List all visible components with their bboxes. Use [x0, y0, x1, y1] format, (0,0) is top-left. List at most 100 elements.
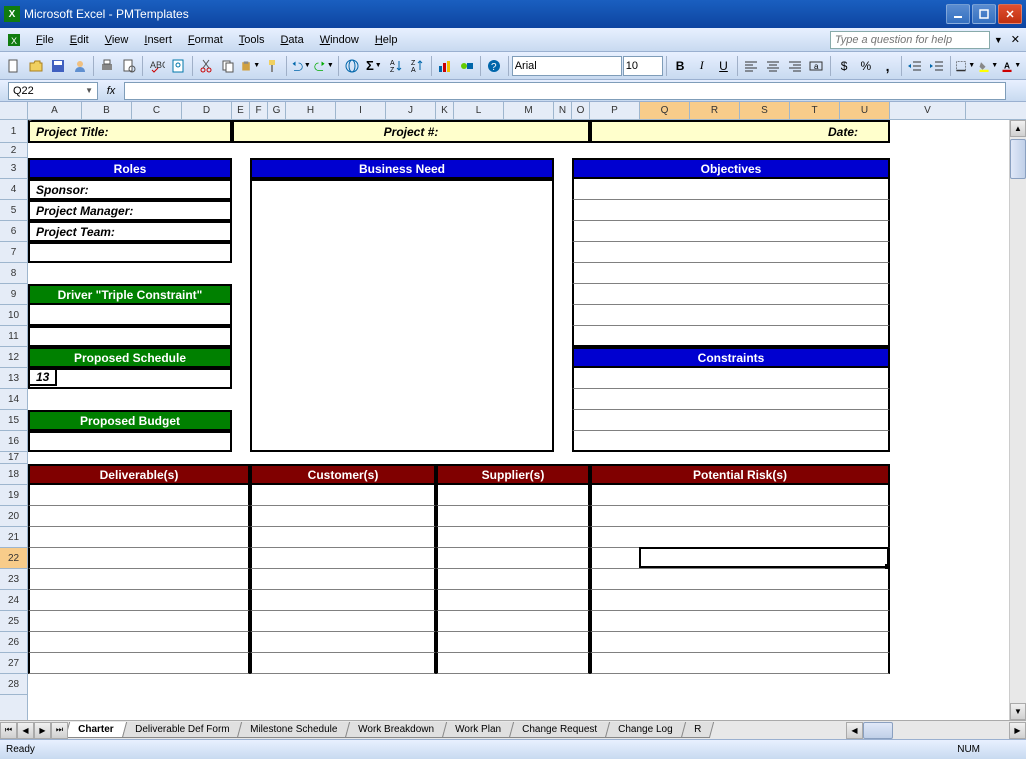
research-icon[interactable]: [168, 55, 189, 77]
hyperlink-icon[interactable]: [342, 55, 363, 77]
new-icon[interactable]: [4, 55, 25, 77]
minimize-button[interactable]: [946, 4, 970, 24]
paste-icon[interactable]: ▼: [239, 55, 261, 77]
row-header-13[interactable]: 13: [0, 368, 27, 389]
cell-row27-seg3[interactable]: [590, 653, 890, 674]
cell-row20-seg2[interactable]: [436, 506, 590, 527]
sheet-tab-work-plan[interactable]: Work Plan: [442, 722, 514, 738]
help-dropdown-icon[interactable]: ▼: [994, 35, 1003, 45]
align-center-icon[interactable]: [763, 55, 784, 77]
col-header-L[interactable]: L: [454, 102, 504, 119]
format-painter-icon[interactable]: [262, 55, 283, 77]
cell-budget-1[interactable]: [28, 431, 232, 452]
col-header-U[interactable]: U: [840, 102, 890, 119]
cell-driver-1[interactable]: [28, 305, 232, 326]
cell-row19-seg3[interactable]: [590, 485, 890, 506]
cell-project-manager[interactable]: Project Manager:: [28, 200, 232, 221]
menu-view[interactable]: View: [97, 32, 137, 48]
cell-project-number[interactable]: Project #:: [232, 120, 590, 143]
row-header-20[interactable]: 20: [0, 506, 27, 527]
help-search-input[interactable]: [830, 31, 990, 49]
redo-icon[interactable]: ▼: [313, 55, 335, 77]
cell-objective-10[interactable]: [572, 305, 890, 326]
[interactable]: [28, 120, 32, 121]
hscroll-thumb[interactable]: [863, 722, 893, 739]
sheet-tab-charter[interactable]: Charter: [68, 722, 127, 738]
tab-prev-icon[interactable]: ◀: [17, 722, 34, 739]
row-header-3[interactable]: 3: [0, 158, 27, 179]
col-header-N[interactable]: N: [554, 102, 572, 119]
cell-row19-seg1[interactable]: [250, 485, 436, 506]
col-header-Q[interactable]: Q: [640, 102, 690, 119]
cell-row20-seg3[interactable]: [590, 506, 890, 527]
scroll-right-icon[interactable]: ▶: [1009, 722, 1026, 739]
row-header-11[interactable]: 11: [0, 326, 27, 347]
menu-data[interactable]: Data: [272, 32, 311, 48]
col-header-H[interactable]: H: [286, 102, 336, 119]
tab-next-icon[interactable]: ▶: [34, 722, 51, 739]
cell-row26-seg3[interactable]: [590, 632, 890, 653]
sheet-tab-change-log[interactable]: Change Log: [605, 722, 686, 738]
print-preview-icon[interactable]: [119, 55, 140, 77]
row-header-12[interactable]: 12: [0, 347, 27, 368]
cell-objective-4[interactable]: [572, 179, 890, 200]
row-header-25[interactable]: 25: [0, 611, 27, 632]
row-header-5[interactable]: 5: [0, 200, 27, 221]
header-deliverables[interactable]: Deliverable(s): [28, 464, 250, 485]
col-header-A[interactable]: A: [28, 102, 82, 119]
header-constraints[interactable]: Constraints: [572, 347, 890, 368]
cut-icon[interactable]: [196, 55, 217, 77]
cell-row23-seg0[interactable]: [28, 569, 250, 590]
cell-objective-9[interactable]: [572, 284, 890, 305]
cell-row20-seg1[interactable]: [250, 506, 436, 527]
save-icon[interactable]: [47, 55, 68, 77]
cell-row25-seg1[interactable]: [250, 611, 436, 632]
decrease-indent-icon[interactable]: [905, 55, 926, 77]
cell-row19-seg0[interactable]: [28, 485, 250, 506]
align-left-icon[interactable]: [741, 55, 762, 77]
col-header-F[interactable]: F: [250, 102, 268, 119]
header-schedule[interactable]: Proposed Schedule: [28, 347, 232, 368]
cell-row25-seg0[interactable]: [28, 611, 250, 632]
sheet-tab-deliverable-def-form[interactable]: Deliverable Def Form: [121, 722, 242, 738]
menu-help[interactable]: Help: [367, 32, 406, 48]
bold-icon[interactable]: B: [670, 55, 691, 77]
row-header-9[interactable]: 9: [0, 284, 27, 305]
row-header-7[interactable]: 7: [0, 242, 27, 263]
row-header-8[interactable]: 8: [0, 263, 27, 284]
cell-row22-seg1[interactable]: [250, 548, 436, 569]
col-header-T[interactable]: T: [790, 102, 840, 119]
row-header-17[interactable]: 17: [0, 452, 27, 464]
cell-row27-seg1[interactable]: [250, 653, 436, 674]
cell-project-team[interactable]: Project Team:: [28, 221, 232, 242]
row-header-26[interactable]: 26: [0, 632, 27, 653]
cell-row23-seg2[interactable]: [436, 569, 590, 590]
cell-roles-bottom[interactable]: [28, 242, 232, 263]
scroll-thumb[interactable]: [1010, 139, 1026, 179]
cell-row19-seg2[interactable]: [436, 485, 590, 506]
row-header-27[interactable]: 27: [0, 653, 27, 674]
sheet-tab-r[interactable]: R: [681, 722, 715, 738]
menu-insert[interactable]: Insert: [136, 32, 180, 48]
formula-bar[interactable]: [124, 82, 1006, 100]
col-header-V[interactable]: V: [890, 102, 966, 119]
horizontal-scrollbar[interactable]: ◀ ▶: [846, 722, 1026, 739]
select-all-corner[interactable]: [0, 102, 28, 120]
menu-format[interactable]: Format: [180, 32, 231, 48]
header-objectives[interactable]: Objectives: [572, 158, 890, 179]
col-header-J[interactable]: J: [386, 102, 436, 119]
font-color-icon[interactable]: A▼: [1000, 55, 1022, 77]
sort-asc-icon[interactable]: AZ: [385, 55, 406, 77]
col-header-I[interactable]: I: [336, 102, 386, 119]
col-header-E[interactable]: E: [232, 102, 250, 119]
copy-icon[interactable]: [217, 55, 238, 77]
col-header-S[interactable]: S: [740, 102, 790, 119]
col-header-O[interactable]: O: [572, 102, 590, 119]
header-suppliers[interactable]: Supplier(s): [436, 464, 590, 485]
row-header-18[interactable]: 18: [0, 464, 27, 485]
scroll-left-icon[interactable]: ◀: [846, 722, 863, 739]
currency-icon[interactable]: $: [834, 55, 855, 77]
cell-row24-seg0[interactable]: [28, 590, 250, 611]
cell-row26-seg0[interactable]: [28, 632, 250, 653]
tab-last-icon[interactable]: ⏭: [51, 722, 68, 739]
